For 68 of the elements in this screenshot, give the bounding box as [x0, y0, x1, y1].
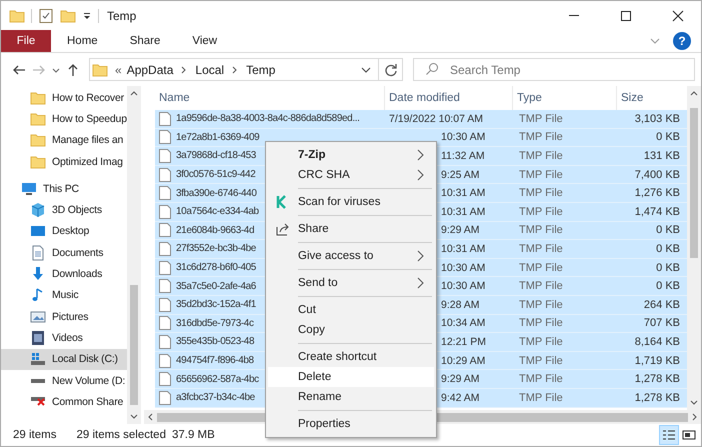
- date-cell-text: 10:31 AM: [440, 206, 486, 218]
- type-cell-text: TMP File: [518, 168, 564, 181]
- size-cell-text: 0 KB: [655, 242, 681, 255]
- type-cell-text: TMP File: [518, 187, 564, 200]
- file-name: 355e435b-0523-48: [176, 336, 254, 348]
- size-cell-text: 0 KB: [655, 280, 681, 292]
- size-cell-text: 1,278 KB: [634, 373, 681, 386]
- date-cell-text: 10:30 AM: [440, 262, 486, 274]
- type-cell-text: TMP File: [518, 373, 564, 386]
- size-cell-text: 131 KB: [642, 150, 681, 162]
- type-cell-text: TMP File: [518, 354, 564, 367]
- file-name: 21e6084b-9663-4d: [176, 224, 254, 236]
- date-cell-text: 10:30 AM: [440, 280, 486, 292]
- date-cell-text: 9:29 AM: [440, 373, 481, 386]
- size-cell-text: 8,164 KB: [634, 336, 681, 348]
- date-cell-text: 10:31 AM: [440, 242, 486, 255]
- size-cell-text: 1,278 KB: [634, 392, 681, 404]
- file-name: 3fba390e-6746-440: [176, 188, 256, 199]
- type-cell-text: TMP File: [518, 206, 564, 218]
- size-cell-text: 0 KB: [655, 224, 681, 236]
- type-cell-text: TMP File: [518, 392, 564, 404]
- file-name: a3fcbc37-b34c-4be: [176, 392, 255, 404]
- item-count: 29 items: [13, 429, 56, 441]
- date-cell-text: 9:29 AM: [440, 224, 481, 236]
- size-cell-text: 3,103 KB: [634, 112, 681, 125]
- type-cell-text: TMP File: [518, 262, 564, 274]
- file-name: 494754f7-f896-4b8: [176, 355, 254, 366]
- size-cell-text: 264 KB: [642, 298, 681, 311]
- file-name: 3f0c0576-51c9-442: [176, 169, 256, 180]
- size-cell-text: 7,400 KB: [634, 168, 681, 181]
- type-cell-text: TMP File: [518, 112, 564, 125]
- type-cell-text: TMP File: [518, 224, 564, 236]
- file-name: 3a79868d-cf18-453: [176, 150, 256, 162]
- size-cell-text: 1,276 KB: [634, 187, 681, 200]
- size-cell-text: 0 KB: [655, 262, 681, 274]
- file-name: 27f3552e-bc3b-4be: [176, 243, 256, 254]
- size-cell-text: 1,719 KB: [634, 354, 681, 367]
- date-cell-text: 10:34 AM: [440, 317, 486, 330]
- size-cell-text: 707 KB: [642, 317, 681, 330]
- type-cell-text: TMP File: [518, 150, 564, 162]
- file-name: 65656962-587a-4bc: [176, 374, 259, 385]
- file-name: 10a7564c-e334-4ab: [176, 206, 259, 218]
- file-name: 35d2bd3c-152a-4f1: [176, 299, 256, 310]
- size-cell-text: 1,474 KB: [634, 206, 681, 218]
- type-cell-text: TMP File: [518, 317, 564, 330]
- date-cell-text: 9:25 AM: [440, 168, 481, 181]
- date-cell-text: 10:31 AM: [440, 187, 486, 200]
- date-cell-text: 11:32 AM: [440, 150, 486, 162]
- date-cell-text: 9:28 AM: [440, 298, 481, 311]
- selection-count: 29 items selected: [76, 429, 166, 441]
- type-cell-text: TMP File: [518, 242, 564, 255]
- window-title: Temp: [107, 8, 136, 22]
- date-cell-text: 12:21 PM: [440, 336, 487, 348]
- file-name: 1a9596de-8a38-4003-8a4c-886da8d589ed...: [176, 113, 360, 124]
- file-name: 31c6d278-b6f0-405: [176, 262, 256, 274]
- date-cell-text: 9:42 AM: [440, 392, 481, 404]
- selection-size: 37.9 MB: [172, 429, 215, 441]
- date-cell-text: 10:30 AM: [440, 131, 486, 144]
- file-name: 35a7c5e0-2afe-4a6: [176, 280, 256, 292]
- file-name: 316dbd5e-7973-4c: [176, 318, 254, 329]
- date-cell-text: 7/19/2022 10:07 AM: [388, 112, 484, 125]
- type-cell-text: TMP File: [518, 298, 564, 311]
- date-cell-text: 10:29 AM: [440, 354, 486, 367]
- size-cell-text: 0 KB: [655, 131, 681, 144]
- type-cell-text: TMP File: [518, 336, 564, 348]
- type-cell-text: TMP File: [518, 131, 564, 144]
- type-cell-text: TMP File: [518, 280, 564, 292]
- file-name: 1e72a8b1-6369-409: [176, 132, 260, 143]
